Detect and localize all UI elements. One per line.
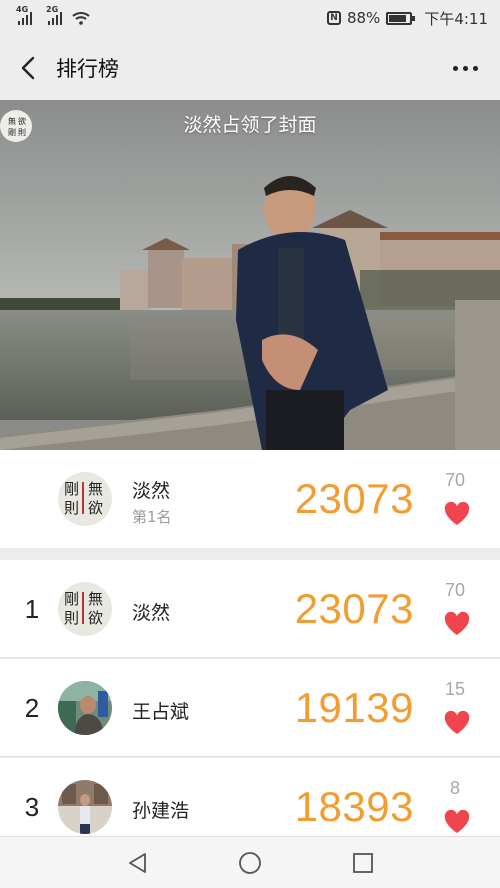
svg-text:欲: 欲 bbox=[18, 116, 26, 126]
like-count: 70 bbox=[444, 580, 466, 600]
calligraphy-avatar-icon: 無 剛 欲 則 bbox=[0, 110, 32, 142]
like-count: 15 bbox=[444, 679, 466, 699]
nav-recents-button[interactable] bbox=[343, 843, 383, 883]
my-steps: 23073 bbox=[294, 475, 414, 522]
page-title: 排行榜 bbox=[56, 57, 119, 81]
nav-home-button[interactable] bbox=[230, 843, 270, 883]
cell-signal-icon-2: 2G bbox=[46, 5, 62, 25]
rank-number: 1 bbox=[24, 593, 40, 624]
system-nav-bar bbox=[0, 836, 500, 888]
user-name: 淡然 bbox=[132, 602, 171, 624]
my-name: 淡然 bbox=[132, 480, 171, 502]
my-rank-label: 第1名 bbox=[132, 508, 172, 526]
cover-banner: 無 剛 欲 則 淡然占领了封面 bbox=[0, 110, 500, 142]
battery-icon bbox=[386, 11, 416, 25]
wifi-icon bbox=[72, 12, 90, 25]
heart-icon[interactable] bbox=[444, 502, 470, 526]
svg-text:欲: 欲 bbox=[88, 499, 103, 517]
status-left: 4G 2G bbox=[16, 5, 90, 25]
more-dot-icon bbox=[463, 65, 468, 71]
my-rank-card[interactable]: 無 欲 剛 則 淡然 第1名 23073 70 bbox=[0, 450, 500, 548]
avatar[interactable] bbox=[58, 681, 112, 735]
cell-signal-icon: 4G bbox=[16, 5, 32, 25]
ranking-row[interactable]: 1 無 欲 剛 則 淡然 23073 70 bbox=[0, 560, 500, 658]
more-options-button[interactable] bbox=[453, 36, 478, 100]
my-like-count: 70 bbox=[444, 470, 466, 490]
step-count: 19139 bbox=[294, 684, 414, 731]
like-count: 8 bbox=[449, 778, 460, 798]
status-bar: 4G 2G N 88% 下午4:11 bbox=[0, 0, 500, 36]
app-header: 排行榜 bbox=[0, 36, 500, 100]
svg-text:則: 則 bbox=[64, 499, 79, 517]
avatar[interactable]: 無 欲 剛 則 bbox=[58, 582, 112, 636]
more-dot-icon bbox=[473, 65, 478, 71]
svg-text:無: 無 bbox=[88, 590, 103, 608]
avatar[interactable] bbox=[58, 780, 112, 834]
status-right: N 88% 下午4:11 bbox=[326, 8, 488, 29]
svg-text:則: 則 bbox=[18, 128, 26, 137]
cover-owner-text: 淡然占领了封面 bbox=[183, 114, 317, 136]
rank-number: 2 bbox=[24, 692, 40, 723]
heart-icon[interactable] bbox=[444, 711, 470, 735]
cover-image bbox=[0, 100, 500, 450]
user-name: 王占斌 bbox=[132, 701, 190, 723]
square-recents-icon bbox=[353, 852, 374, 873]
user-name: 孙建浩 bbox=[132, 800, 190, 822]
section-divider bbox=[0, 548, 500, 560]
calligraphy-avatar-icon: 無 欲 剛 則 bbox=[58, 472, 112, 526]
photo-avatar-icon bbox=[58, 681, 112, 735]
clock: 下午4:11 bbox=[424, 9, 488, 28]
chevron-left-icon bbox=[21, 56, 35, 80]
svg-text:剛: 剛 bbox=[8, 128, 16, 137]
avatar[interactable]: 無 欲 剛 則 bbox=[58, 472, 112, 526]
svg-text:欲: 欲 bbox=[88, 609, 103, 627]
svg-text:無: 無 bbox=[8, 116, 16, 126]
svg-text:剛: 剛 bbox=[64, 590, 79, 608]
svg-text:剛: 剛 bbox=[64, 480, 79, 498]
calligraphy-avatar-icon: 無 欲 剛 則 bbox=[58, 582, 112, 636]
circle-home-icon bbox=[239, 851, 261, 874]
ranking-row[interactable]: 2 王占斌 19139 15 bbox=[0, 659, 500, 757]
heart-icon[interactable] bbox=[444, 612, 470, 636]
photo-avatar-icon bbox=[58, 780, 112, 834]
more-dot-icon bbox=[453, 65, 458, 71]
svg-text:則: 則 bbox=[64, 609, 79, 627]
triangle-back-icon bbox=[128, 852, 146, 873]
svg-text:無: 無 bbox=[88, 480, 103, 498]
back-button[interactable] bbox=[0, 36, 56, 100]
cover-photo[interactable]: 無 剛 欲 則 淡然占领了封面 bbox=[0, 100, 500, 450]
step-count: 23073 bbox=[294, 585, 414, 632]
battery-percent: 88% bbox=[346, 9, 381, 27]
heart-icon[interactable] bbox=[444, 810, 470, 834]
nav-back-button[interactable] bbox=[117, 843, 157, 883]
nfc-icon: N bbox=[326, 11, 341, 25]
